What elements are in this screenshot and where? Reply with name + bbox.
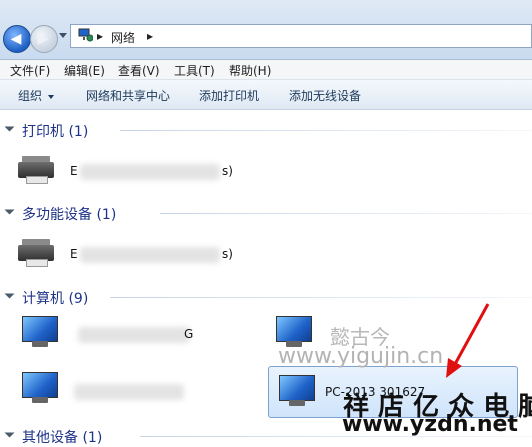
device-label-end: G [184,327,194,341]
computer-item[interactable]: G [22,316,242,356]
computer-icon [22,372,58,404]
menu-view[interactable]: 查看(V) [118,62,160,79]
group-header-printers[interactable]: 打印机 (1) [0,120,532,140]
dropdown-caret-icon [48,94,55,99]
watermark-url: www.yigujin.cn [278,344,444,369]
redacted-label [80,247,220,263]
printer-icon [18,237,54,267]
network-sharing-center-button[interactable]: 网络和共享中心 [86,87,170,104]
breadcrumb-separator-icon[interactable]: ▸ [147,29,153,43]
redacted-label [78,327,190,343]
device-label-start: E [70,164,78,178]
watermark-url: www.yzdn.net [342,412,518,437]
collapse-chevron-icon[interactable] [4,209,15,215]
group-header-multifunction[interactable]: 多功能设备 (1) [0,203,532,223]
menu-tools[interactable]: 工具(T) [174,62,215,79]
menu-file[interactable]: 文件(F) [10,62,50,79]
menu-edit[interactable]: 编辑(E) [64,62,105,79]
group-divider [160,213,532,214]
group-divider [110,297,532,298]
group-divider [120,130,532,131]
network-icon [78,28,93,42]
collapse-chevron-icon[interactable] [4,126,15,132]
group-title: 计算机 (9) [22,291,89,307]
printer-device[interactable]: E s) [18,154,248,190]
device-label-start: E [70,247,78,261]
add-printer-button[interactable]: 添加打印机 [199,87,259,104]
redacted-label [74,384,184,400]
organize-button[interactable]: 组织 [18,87,55,104]
multifunction-device[interactable]: E s) [18,237,248,273]
group-title: 多功能设备 (1) [22,207,117,223]
address-area: ◀ ▶ ▸ 网络 ▸ [0,0,532,60]
group-title: 其他设备 (1) [22,430,103,446]
back-arrow-icon: ◀ [10,31,22,47]
organize-label: 组织 [18,89,43,103]
forward-arrow-icon: ▶ [37,31,49,47]
menu-bar: 文件(F) 编辑(E) 查看(V) 工具(T) 帮助(H) [0,60,532,80]
redacted-label [80,164,220,180]
recent-pages-dropdown-icon[interactable] [59,33,67,38]
group-title: 打印机 (1) [22,124,89,140]
breadcrumb-separator-icon[interactable]: ▸ [97,29,103,43]
collapse-chevron-icon[interactable] [4,293,15,299]
collapse-chevron-icon[interactable] [4,432,15,438]
address-bar[interactable]: ▸ 网络 ▸ [70,24,532,48]
command-bar: 组织 网络和共享中心 添加打印机 添加无线设备 [0,80,532,110]
menu-help[interactable]: 帮助(H) [229,62,271,79]
computer-icon [279,375,315,407]
back-button[interactable]: ◀ [3,25,31,53]
device-label-end: s) [222,247,233,261]
device-label-end: s) [222,164,233,178]
printer-icon [18,154,54,184]
forward-button[interactable]: ▶ [30,25,58,53]
computer-item[interactable] [22,372,242,412]
add-wireless-device-button[interactable]: 添加无线设备 [289,87,361,104]
annotation-arrow-icon [446,303,490,378]
breadcrumb-network[interactable]: 网络 [111,29,135,46]
computer-icon [22,316,58,348]
